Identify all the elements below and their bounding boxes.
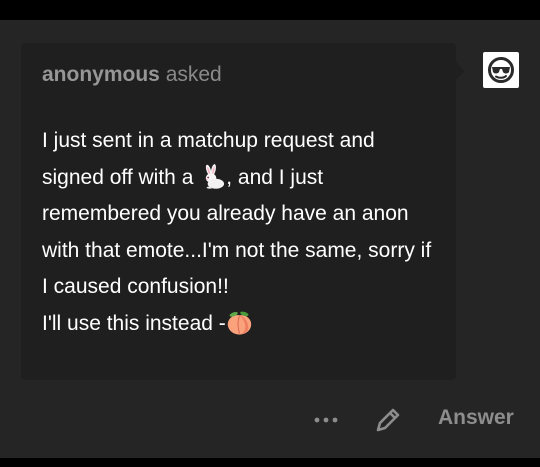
ask-card: anonymous asked I just sent in a matchup… xyxy=(21,43,456,380)
ask-signoff: I'll use this instead - xyxy=(42,306,442,343)
peach-emoji xyxy=(227,311,251,335)
top-bar xyxy=(0,0,540,20)
ask-paragraph: I just sent in a matchup request and sig… xyxy=(42,123,442,306)
bottom-bar xyxy=(0,458,540,467)
card-pointer xyxy=(456,62,465,80)
ask-text-part-3: I'll use this instead - xyxy=(42,311,226,335)
avatar[interactable] xyxy=(483,52,519,88)
more-options-icon xyxy=(314,417,338,423)
rabbit-emoji xyxy=(205,163,225,189)
more-options-button[interactable] xyxy=(308,408,344,432)
sunglasses-face-icon xyxy=(488,57,514,83)
pencil-icon xyxy=(376,408,400,432)
post-actions: Answer xyxy=(0,400,540,440)
ask-body: I just sent in a matchup request and sig… xyxy=(42,123,442,342)
edit-button[interactable] xyxy=(372,404,404,436)
ask-header: anonymous asked xyxy=(42,63,222,87)
asker-name[interactable]: anonymous xyxy=(42,63,160,86)
answer-button[interactable]: Answer xyxy=(438,406,514,430)
asked-label: asked xyxy=(165,63,222,86)
